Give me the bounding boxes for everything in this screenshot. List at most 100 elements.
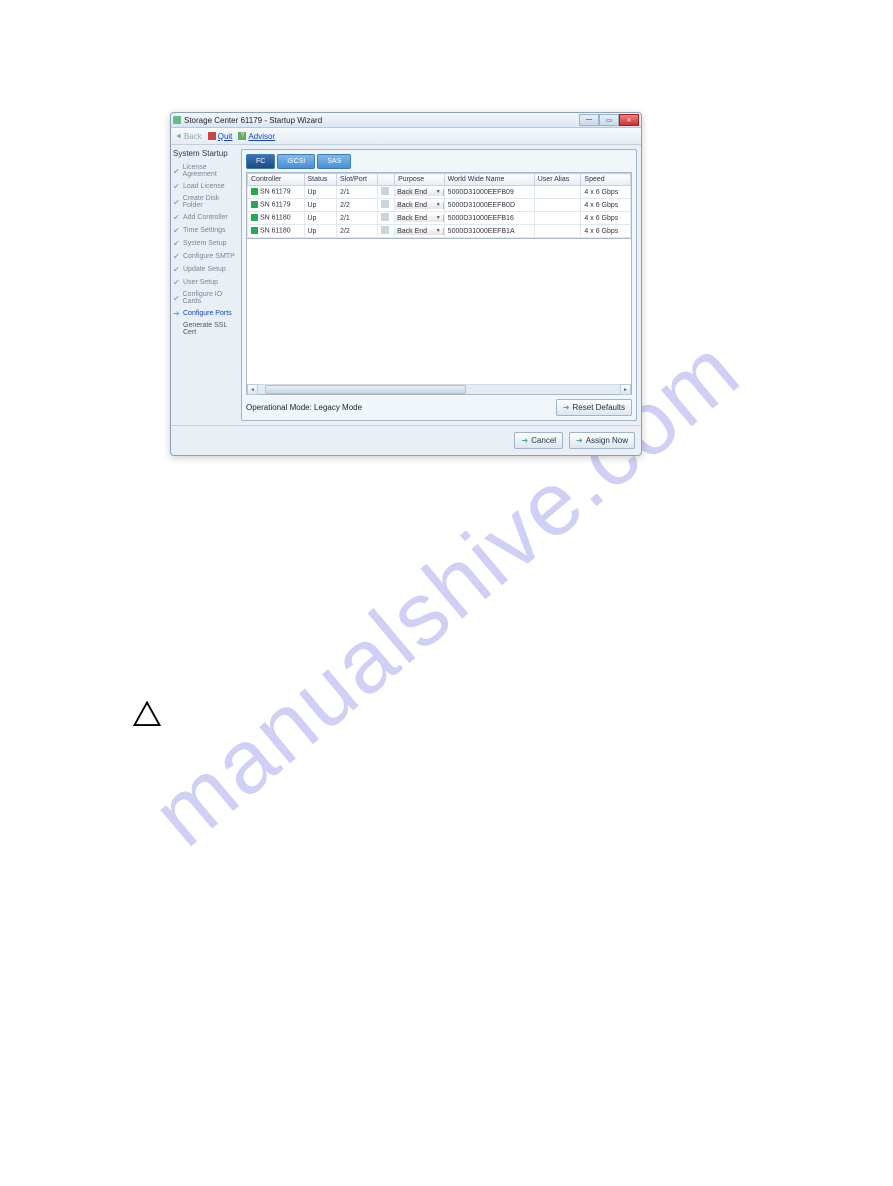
purpose-dropdown[interactable]: Back End▼ <box>395 228 444 235</box>
main-panel: FC iSCSI SAS Controller Status Slot/Port… <box>241 149 637 421</box>
table-row[interactable]: SN 61180Up2/2Back End▼5000D31000EEFB1A4 … <box>248 225 631 238</box>
sidebar-item-system-setup[interactable]: ✔System Setup <box>173 237 239 250</box>
col-purpose[interactable]: Purpose <box>395 174 445 186</box>
cell-wwn: 5000D31000EEFB09 <box>444 186 534 199</box>
window-title: Storage Center 61179 - Startup Wizard <box>184 116 322 125</box>
port-icon <box>381 187 389 195</box>
check-icon: ✔ <box>173 252 181 261</box>
purpose-dropdown[interactable]: Back End▼ <box>395 202 444 209</box>
close-button[interactable]: ✕ <box>619 114 639 126</box>
sidebar-item-configure-ports[interactable]: ➔Configure Ports <box>173 307 239 320</box>
maximize-button[interactable]: ▭ <box>599 114 619 126</box>
cell-status: Up <box>304 199 337 212</box>
scroll-right-button[interactable]: ► <box>620 384 631 395</box>
cell-controller: SN 61180 <box>248 212 305 225</box>
table-row[interactable]: SN 61180Up2/1Back End▼5000D31000EEFB164 … <box>248 212 631 225</box>
wizard-body: System Startup ✔License Agreement ✔Load … <box>171 145 641 425</box>
cell-purpose[interactable]: Back End▼ <box>395 225 445 238</box>
horizontal-scrollbar[interactable]: ◄ ► <box>247 384 631 394</box>
tab-fc[interactable]: FC <box>246 154 275 169</box>
table-row[interactable]: SN 61179Up2/1Back End▼5000D31000EEFB094 … <box>248 186 631 199</box>
chevron-down-icon: ▼ <box>436 189 441 195</box>
cell-slotport: 2/1 <box>337 212 378 225</box>
sidebar-item-generate-ssl-cert[interactable]: Generate SSL Cert <box>173 320 239 338</box>
table-empty-area: ◄ ► <box>246 239 632 395</box>
scroll-thumb[interactable] <box>265 385 466 394</box>
chevron-down-icon: ▼ <box>436 228 441 234</box>
tab-iscsi[interactable]: iSCSI <box>277 154 315 169</box>
reset-label: Reset Defaults <box>573 403 625 412</box>
cell-status: Up <box>304 212 337 225</box>
cell-wwn: 5000D31000EEFB0D <box>444 199 534 212</box>
cell-wwn: 5000D31000EEFB1A <box>444 225 534 238</box>
advisor-button[interactable]: ? Advisor <box>238 132 275 141</box>
back-icon: ◄ <box>175 133 182 140</box>
col-speed[interactable]: Speed <box>581 174 631 186</box>
sidebar-item-license-agreement[interactable]: ✔License Agreement <box>173 162 239 180</box>
cell-purpose[interactable]: Back End▼ <box>395 199 445 212</box>
sidebar-item-update-setup[interactable]: ✔Update Setup <box>173 263 239 276</box>
cell-slotport: 2/1 <box>337 186 378 199</box>
sidebar-item-user-setup[interactable]: ✔User Setup <box>173 276 239 289</box>
cell-purpose-icon <box>378 225 395 238</box>
sidebar-item-load-license[interactable]: ✔Load License <box>173 180 239 193</box>
cell-purpose-icon <box>378 199 395 212</box>
controller-icon <box>251 201 258 208</box>
port-icon <box>381 226 389 234</box>
check-icon: ✔ <box>173 213 181 222</box>
controller-icon <box>251 227 258 234</box>
window-controls: — ▭ ✕ <box>579 114 639 126</box>
purpose-dropdown[interactable]: Back End▼ <box>395 215 444 222</box>
sidebar-item-configure-smtp[interactable]: ✔Configure SMTP <box>173 250 239 263</box>
back-button: ◄ Back <box>175 132 202 141</box>
col-status[interactable]: Status <box>304 174 337 186</box>
assign-label: Assign Now <box>586 436 628 445</box>
back-label: Back <box>184 132 202 141</box>
check-icon: ✔ <box>173 294 181 303</box>
sidebar-item-configure-io-cards[interactable]: ✔Configure IO Cards <box>173 289 239 307</box>
tab-sas[interactable]: SAS <box>317 154 351 169</box>
cell-alias[interactable] <box>534 199 581 212</box>
scroll-left-button[interactable]: ◄ <box>247 384 258 395</box>
col-wwn[interactable]: World Wide Name <box>444 174 534 186</box>
col-icon[interactable] <box>378 174 395 186</box>
titlebar: Storage Center 61179 - Startup Wizard — … <box>171 113 641 128</box>
cell-speed: 4 x 6 Gbps <box>581 212 631 225</box>
check-icon: ✔ <box>173 278 181 287</box>
cell-controller: SN 61179 <box>248 199 305 212</box>
cell-slotport: 2/2 <box>337 199 378 212</box>
purpose-dropdown[interactable]: Back End▼ <box>395 189 444 196</box>
cell-purpose[interactable]: Back End▼ <box>395 212 445 225</box>
col-slotport[interactable]: Slot/Port <box>337 174 378 186</box>
tabs: FC iSCSI SAS <box>242 150 636 169</box>
cancel-button[interactable]: ➜ Cancel <box>514 432 563 449</box>
cell-alias[interactable] <box>534 225 581 238</box>
cell-status: Up <box>304 225 337 238</box>
assign-now-button[interactable]: ➜ Assign Now <box>569 432 635 449</box>
ports-table-container: Controller Status Slot/Port Purpose Worl… <box>246 172 632 239</box>
panel-footer: Operational Mode: Legacy Mode ➜ Reset De… <box>246 399 632 416</box>
app-icon <box>173 116 181 124</box>
cell-speed: 4 x 6 Gbps <box>581 199 631 212</box>
cancel-label: Cancel <box>531 436 556 445</box>
col-user-alias[interactable]: User Alias <box>534 174 581 186</box>
controller-icon <box>251 188 258 195</box>
quit-button[interactable]: Quit <box>208 132 233 141</box>
help-icon: ? <box>238 132 246 140</box>
dialog-footer: ➜ Cancel ➜ Assign Now <box>171 425 641 455</box>
cell-alias[interactable] <box>534 186 581 199</box>
advisor-label: Advisor <box>248 132 275 141</box>
check-icon: ✔ <box>173 198 181 207</box>
minimize-button[interactable]: — <box>579 114 599 126</box>
table-row[interactable]: SN 61179Up2/2 Back End▼5000D31000EEFB0D 4 … <box>248 199 631 212</box>
col-controller[interactable]: Controller <box>248 174 305 186</box>
sidebar-item-create-disk-folder[interactable]: ✔Create Disk Folder <box>173 193 239 211</box>
scroll-track[interactable] <box>258 385 620 394</box>
cell-purpose[interactable]: Back End▼ <box>395 186 445 199</box>
sidebar-item-add-controller[interactable]: ✔Add Controller <box>173 211 239 224</box>
port-icon <box>381 213 389 221</box>
cell-alias[interactable] <box>534 212 581 225</box>
check-icon: ✔ <box>173 182 181 191</box>
sidebar-item-time-settings[interactable]: ✔Time Settings <box>173 224 239 237</box>
reset-defaults-button[interactable]: ➜ Reset Defaults <box>556 399 632 416</box>
